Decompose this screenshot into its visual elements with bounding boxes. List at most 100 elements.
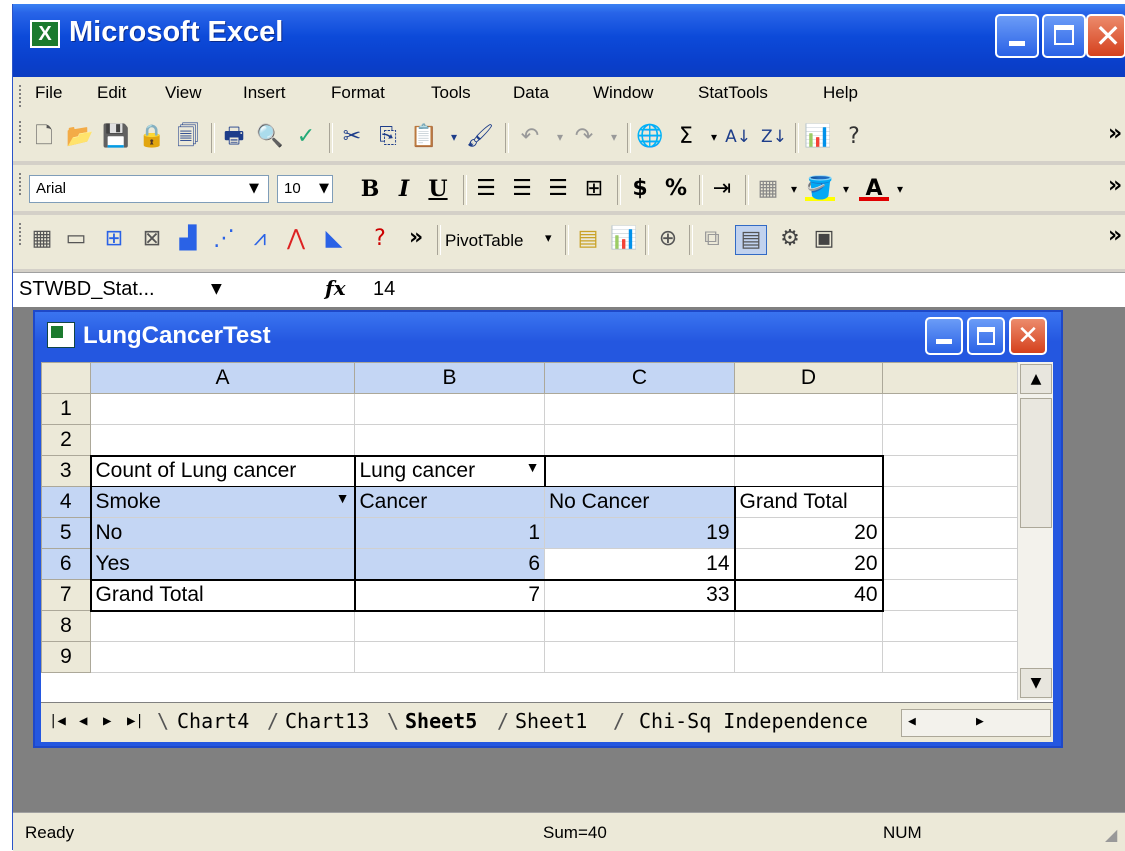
tab-sheet1[interactable]: Sheet1 — [515, 709, 587, 733]
increase-indent-icon[interactable]: ⇥ — [707, 175, 737, 203]
timeseries-icon[interactable]: ⋀ — [281, 225, 311, 253]
scroll-left-icon[interactable]: ◀ — [908, 714, 916, 729]
open-icon[interactable]: 📂 — [65, 123, 95, 151]
cell[interactable] — [90, 424, 355, 456]
spreadsheet-icon[interactable]: ▦ — [27, 225, 57, 253]
copy-icon[interactable]: ⎘ — [373, 123, 403, 151]
cut-icon[interactable]: ✂ — [337, 123, 367, 151]
variables-icon[interactable]: ⊞ — [99, 225, 129, 253]
format-painter-icon[interactable]: 🖌 — [465, 123, 495, 151]
regression-icon[interactable]: ⩘ — [245, 225, 275, 253]
font-size-dropdown-icon[interactable]: ▼ — [319, 181, 329, 196]
toolbar-options-icon[interactable]: » — [1108, 121, 1122, 146]
column-field-dropdown-icon[interactable]: ▼ — [526, 459, 540, 475]
pivot-total-cell[interactable]: 7 — [354, 579, 545, 612]
cell[interactable] — [734, 454, 884, 487]
workbook-maximize-button[interactable] — [967, 317, 1005, 355]
research-icon[interactable]: 🗐 — [173, 123, 203, 151]
column-header-e[interactable] — [882, 362, 1018, 394]
tab-chart4[interactable]: Chart4 — [177, 709, 249, 733]
menu-grip[interactable] — [19, 85, 25, 107]
workbook-icon[interactable] — [47, 322, 75, 348]
field-settings-icon[interactable]: ⚙ — [775, 225, 805, 253]
currency-button[interactable]: $ — [625, 175, 655, 203]
redo-dropdown-icon[interactable]: ▾ — [599, 123, 629, 151]
prev-sheet-icon[interactable]: ◀ — [79, 713, 87, 729]
cell[interactable] — [354, 641, 545, 673]
pivot-column-item[interactable]: Cancer — [354, 486, 545, 518]
next-sheet-icon[interactable]: ▶ — [103, 713, 111, 729]
help-icon[interactable]: ? — [839, 123, 869, 151]
row-header[interactable]: 3 — [41, 455, 91, 487]
cell[interactable] — [354, 424, 545, 456]
pivot-column-item[interactable]: No Cancer — [544, 486, 736, 518]
font-name-dropdown-icon[interactable]: ▼ — [249, 181, 259, 196]
print-icon[interactable]: 🖶 — [219, 123, 249, 151]
column-header-c[interactable]: C — [544, 362, 735, 394]
fill-color-dropdown-icon[interactable]: ▾ — [831, 175, 861, 203]
first-sheet-icon[interactable]: |◀ — [49, 713, 66, 729]
row-header[interactable]: 2 — [41, 424, 91, 456]
scroll-down-icon[interactable]: ▼ — [1020, 668, 1052, 698]
window-icon[interactable]: ▭ — [61, 225, 91, 253]
pivot-grand-total-label[interactable]: Grand Total — [89, 579, 356, 612]
autosum-icon[interactable]: Σ — [671, 123, 701, 151]
row-header[interactable]: 5 — [41, 517, 91, 549]
pivot-row-item[interactable]: Yes — [89, 548, 356, 581]
toolbar-grip[interactable] — [19, 121, 25, 143]
name-box-dropdown-icon[interactable]: ▼ — [211, 281, 222, 297]
active-cell[interactable]: 14 — [544, 548, 736, 581]
align-left-icon[interactable]: ☰ — [471, 175, 501, 203]
row-field-dropdown-icon[interactable]: ▼ — [336, 490, 350, 506]
column-header-b[interactable]: B — [354, 362, 545, 394]
pivot-total-cell[interactable]: 33 — [544, 579, 736, 612]
menu-view[interactable]: View — [165, 83, 202, 103]
pivot-value-cell[interactable]: 6 — [354, 548, 545, 581]
cell[interactable] — [734, 641, 883, 673]
percent-button[interactable]: % — [661, 175, 691, 203]
merge-center-icon[interactable]: ⊞ — [579, 175, 609, 203]
close-button[interactable]: ✕ — [1086, 14, 1125, 58]
cell[interactable] — [544, 393, 735, 425]
vertical-scrollbar[interactable]: ▲ ▼ — [1017, 362, 1053, 700]
cell[interactable] — [544, 424, 735, 456]
horizontal-scrollbar[interactable]: ◀ ▶ — [901, 709, 1051, 737]
last-sheet-icon[interactable]: ▶| — [127, 713, 144, 729]
pivot-grand-total-header[interactable]: Grand Total — [734, 486, 884, 518]
cell[interactable] — [90, 393, 355, 425]
workbook-minimize-button[interactable] — [925, 317, 963, 355]
tab-sheet5[interactable]: Sheet5 — [405, 709, 477, 733]
paste-icon[interactable]: 📋 — [409, 123, 439, 151]
cell[interactable] — [90, 641, 355, 673]
cell[interactable] — [882, 610, 1018, 642]
toolbar-options-icon[interactable]: » — [1108, 223, 1122, 248]
row-header[interactable]: 8 — [41, 610, 91, 642]
row-header[interactable]: 1 — [41, 393, 91, 425]
name-box[interactable]: STWBD_Stat... — [13, 273, 269, 305]
scroll-up-icon[interactable]: ▲ — [1020, 364, 1052, 394]
toolbar-more-icon[interactable]: » — [409, 225, 423, 250]
scatter-icon[interactable]: ⋰ — [209, 225, 239, 253]
row-header[interactable]: 4 — [41, 486, 91, 518]
undo-icon[interactable]: ↶ — [515, 123, 545, 151]
tab-chi-sq-independence[interactable]: Chi-Sq Independence — [639, 709, 883, 733]
format-report-icon[interactable]: ▤ — [573, 225, 603, 253]
cell[interactable] — [734, 393, 883, 425]
new-icon[interactable]: 🗋 — [29, 123, 59, 151]
cell[interactable] — [882, 393, 1018, 425]
menu-insert[interactable]: Insert — [243, 83, 286, 103]
boxplot-icon[interactable]: ⊠ — [137, 225, 167, 253]
workbook-close-button[interactable]: ✕ — [1009, 317, 1047, 355]
formula-input[interactable]: 14 — [373, 273, 395, 305]
menu-format[interactable]: Format — [331, 83, 385, 103]
menu-window[interactable]: Window — [593, 83, 653, 103]
menu-edit[interactable]: Edit — [97, 83, 126, 103]
scroll-thumb[interactable] — [1020, 398, 1052, 528]
pivot-total-cell[interactable]: 20 — [734, 548, 884, 581]
menu-tools[interactable]: Tools — [431, 83, 471, 103]
cell[interactable] — [882, 548, 1018, 580]
row-header[interactable]: 7 — [41, 579, 91, 611]
underline-button[interactable]: U — [423, 175, 453, 203]
menu-help[interactable]: Help — [823, 83, 858, 103]
cell[interactable] — [882, 424, 1018, 456]
